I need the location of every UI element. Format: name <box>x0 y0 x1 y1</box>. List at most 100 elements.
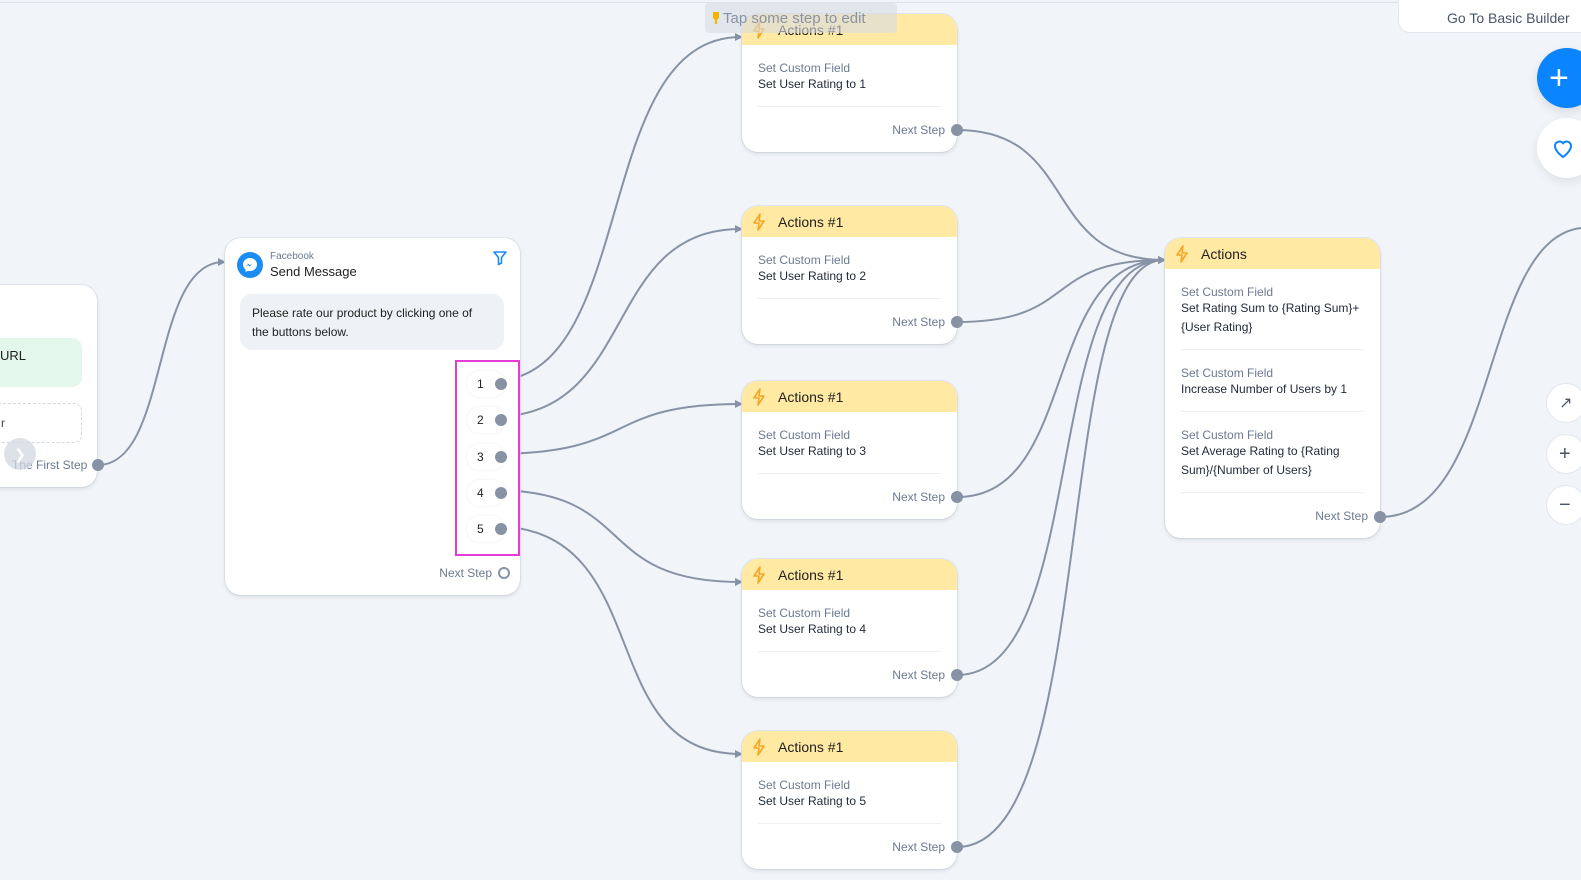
edit-tip-banner: Tap some step to edit <box>705 3 897 33</box>
first-step-output-port[interactable] <box>92 459 104 471</box>
action-type: Set Custom Field <box>758 606 851 620</box>
pointing-hand-icon <box>713 12 719 24</box>
next-step-port[interactable]: Next Step <box>439 566 510 580</box>
actions-2-output-port[interactable] <box>951 316 963 328</box>
next-step-port[interactable]: Next Step <box>892 840 945 854</box>
divider <box>1181 492 1364 493</box>
action-type: Set Custom Field <box>758 61 851 75</box>
divider <box>1181 349 1364 350</box>
action-value: Set User Rating to 5 <box>758 794 867 808</box>
wire-act2-to-sum <box>956 256 1166 323</box>
button-output-port[interactable] <box>495 451 507 463</box>
next-step-port[interactable]: Next Step <box>892 490 945 504</box>
divider <box>1181 411 1364 412</box>
channel-label: Facebook <box>270 251 314 262</box>
lightning-icon <box>753 565 765 584</box>
wire-first-to-send <box>97 258 226 466</box>
expand-panel-button[interactable]: ❯ <box>4 438 36 470</box>
action-type: Set Custom Field <box>758 253 851 267</box>
next-step-port[interactable]: Next Step <box>892 123 945 137</box>
go-to-basic-builder-button[interactable]: Go To Basic Builder <box>1398 0 1581 33</box>
action-type: Set Custom Field <box>1181 428 1274 442</box>
messenger-icon <box>237 252 263 278</box>
card-title: Actions <box>1201 245 1247 262</box>
wire-btn5 <box>491 525 743 758</box>
plus-icon: + <box>1559 442 1571 465</box>
action-value: Increase Number of Users by 1 <box>1181 382 1348 396</box>
magic-wand-button[interactable]: ↗ <box>1546 383 1581 423</box>
wire-btn2 <box>491 225 743 418</box>
lightning-icon <box>753 212 765 231</box>
card-title: Actions #1 <box>778 213 844 230</box>
button-output-port[interactable] <box>495 487 507 499</box>
zoom-out-button[interactable]: − <box>1546 485 1581 525</box>
rating-button-4[interactable]: 4 <box>467 480 507 506</box>
wire-btn3 <box>491 400 743 455</box>
wand-icon: ↗ <box>1559 395 1573 412</box>
actions-3-output-port[interactable] <box>951 491 963 503</box>
favorite-button[interactable] <box>1537 118 1581 178</box>
lightning-icon <box>753 387 765 406</box>
url-chip[interactable]: URL <box>0 338 82 387</box>
actions-card-summary[interactable]: Actions Set Custom Field Set Rating Sum t… <box>1165 238 1380 538</box>
actions-card-rating-1[interactable]: Actions #1 Set Custom FieldSet User Rati… <box>742 14 957 152</box>
divider <box>758 823 941 824</box>
actions-card-rating-2[interactable]: Actions #1 Set Custom Field Set User Rati… <box>742 206 957 344</box>
action-type: Set Custom Field <box>758 428 851 442</box>
card-title: Actions #1 <box>778 388 844 405</box>
add-step-button[interactable]: + <box>1537 48 1581 108</box>
button-output-port[interactable] <box>495 378 507 390</box>
step-title: Send Message <box>270 264 357 279</box>
rating-button-2[interactable]: 2 <box>467 407 507 433</box>
summary-output-port[interactable] <box>1374 511 1386 523</box>
action-type: Set Custom Field <box>1181 285 1274 299</box>
action-value: Set User Rating to 2 <box>758 269 867 283</box>
chevron-right-icon: ❯ <box>14 445 26 462</box>
filter-icon[interactable] <box>492 250 508 266</box>
minus-icon: − <box>1559 493 1571 516</box>
plus-icon: + <box>1549 58 1569 97</box>
rating-buttons-selection[interactable]: 1 2 3 4 5 <box>455 360 520 556</box>
actions-5-output-port[interactable] <box>951 841 963 853</box>
wire-act4-to-sum <box>956 256 1166 676</box>
wire-sum-to-next <box>1379 227 1581 518</box>
action-value: Set User Rating to 3 <box>758 444 867 458</box>
next-step-port[interactable]: Next Step <box>892 315 945 329</box>
rating-button-3[interactable]: 3 <box>467 444 507 470</box>
actions-card-rating-5[interactable]: Actions #1 Set Custom Field Set User Rati… <box>742 731 957 869</box>
wire-act3-to-sum <box>956 256 1166 498</box>
card-title: Actions #1 <box>778 566 844 583</box>
actions-1-output-port[interactable] <box>951 124 963 136</box>
output-port-empty[interactable] <box>498 567 510 579</box>
lightning-icon <box>1176 244 1188 263</box>
action-type: Set Custom Field <box>758 778 851 792</box>
heart-icon <box>1553 140 1573 159</box>
send-message-card[interactable]: Facebook Send Message Please rate our pr… <box>225 238 520 595</box>
divider <box>758 106 941 107</box>
divider <box>758 298 941 299</box>
wire-btn1 <box>491 33 743 382</box>
wire-act5-to-sum <box>956 256 1166 848</box>
zoom-in-button[interactable]: + <box>1546 434 1581 474</box>
action-value: Set User Rating to 4 <box>758 622 867 636</box>
actions-4-output-port[interactable] <box>951 669 963 681</box>
button-output-port[interactable] <box>495 523 507 535</box>
action-value: Set User Rating to 1 <box>758 77 867 91</box>
action-value: Set Rating Sum to {Rating Sum}+{User Rat… <box>1181 301 1360 334</box>
next-step-port[interactable]: Next Step <box>1315 509 1368 523</box>
button-output-port[interactable] <box>495 414 507 426</box>
next-step-port[interactable]: Next Step <box>892 668 945 682</box>
wire-act1-to-sum <box>956 129 1166 264</box>
add-item-chip[interactable]: r <box>0 403 82 443</box>
message-bubble[interactable]: Please rate our product by clicking one … <box>240 294 504 350</box>
rating-button-5[interactable]: 5 <box>467 516 507 542</box>
tip-text: Tap some step to edit <box>723 10 866 27</box>
divider <box>758 473 941 474</box>
actions-card-rating-4[interactable]: Actions #1 Set Custom Field Set User Rati… <box>742 559 957 697</box>
action-value: Set Average Rating to {Rating Sum}/{Numb… <box>1181 444 1340 477</box>
actions-card-rating-3[interactable]: Actions #1 Set Custom Field Set User Rati… <box>742 381 957 519</box>
rating-button-1[interactable]: 1 <box>467 371 507 397</box>
wire-btn4 <box>491 489 743 586</box>
card-title: Actions #1 <box>778 738 844 755</box>
action-type: Set Custom Field <box>1181 366 1274 380</box>
